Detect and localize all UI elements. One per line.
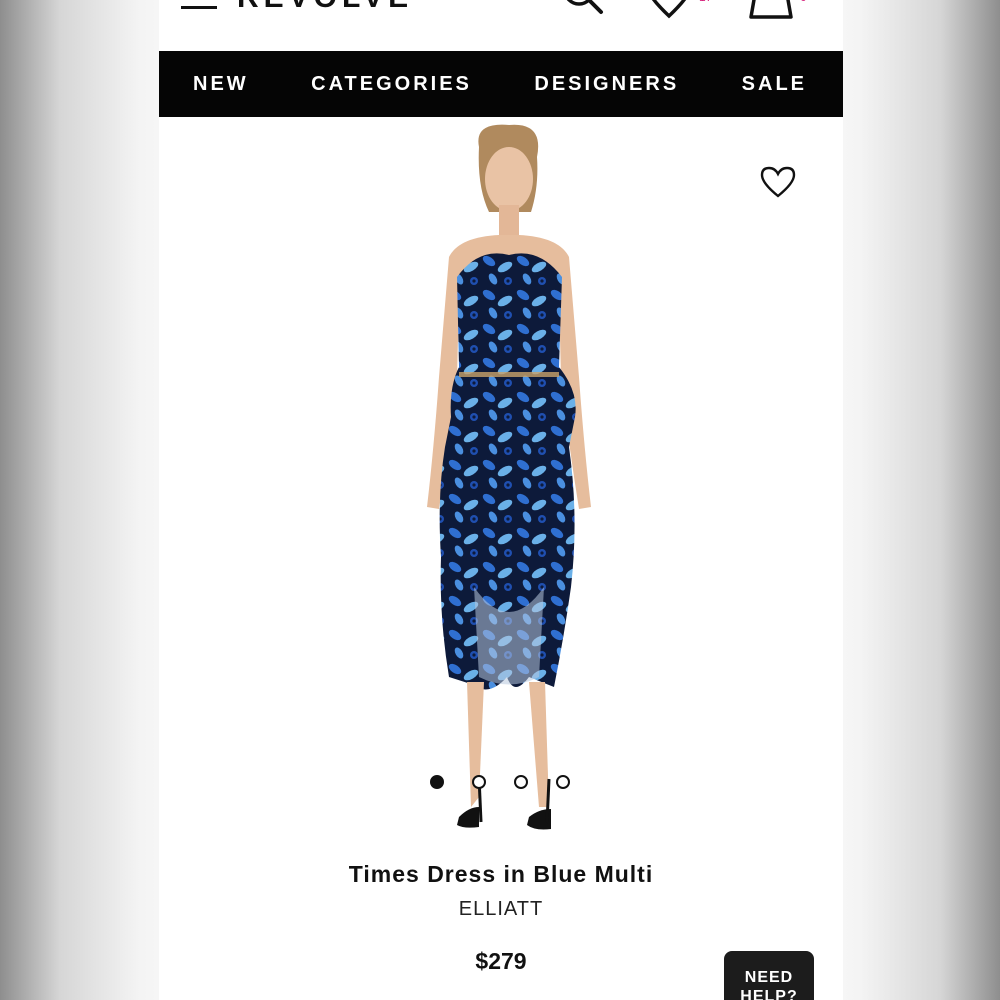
nav-item-new[interactable]: NEW (193, 73, 249, 96)
need-help-button[interactable]: NEED HELP? (724, 951, 814, 1000)
phone-screen: REVOLVE 17 0 NEW CATEGORIES DESIGNERS SA… (159, 0, 843, 1000)
carousel-dot-4[interactable] (556, 775, 570, 789)
top-bar: REVOLVE 17 0 (159, 0, 843, 51)
shopping-bag-icon[interactable] (749, 0, 793, 20)
nav-item-categories[interactable]: CATEGORIES (311, 73, 472, 96)
bag-count: 0 (800, 0, 807, 4)
carousel-dot-1[interactable] (430, 775, 444, 789)
carousel-dots (430, 775, 570, 789)
carousel-dot-3[interactable] (514, 775, 528, 789)
heart-icon[interactable] (644, 0, 694, 20)
nav-item-designers[interactable]: DESIGNERS (534, 73, 679, 96)
search-icon[interactable] (559, 0, 605, 20)
product-image-carousel[interactable] (159, 117, 843, 847)
product-designer[interactable]: ELLIATT (159, 898, 843, 921)
logo[interactable]: REVOLVE (237, 0, 413, 15)
nav-item-sale[interactable]: SALE (742, 73, 807, 96)
product-title: Times Dress in Blue Multi (348, 861, 654, 887)
carousel-dot-2[interactable] (472, 775, 486, 789)
menu-icon[interactable] (181, 0, 217, 12)
main-nav: NEW CATEGORIES DESIGNERS SALE (159, 51, 843, 117)
model-photo (427, 124, 591, 830)
add-to-wishlist-icon[interactable] (759, 165, 797, 199)
wishlist-count: 17 (699, 0, 712, 4)
